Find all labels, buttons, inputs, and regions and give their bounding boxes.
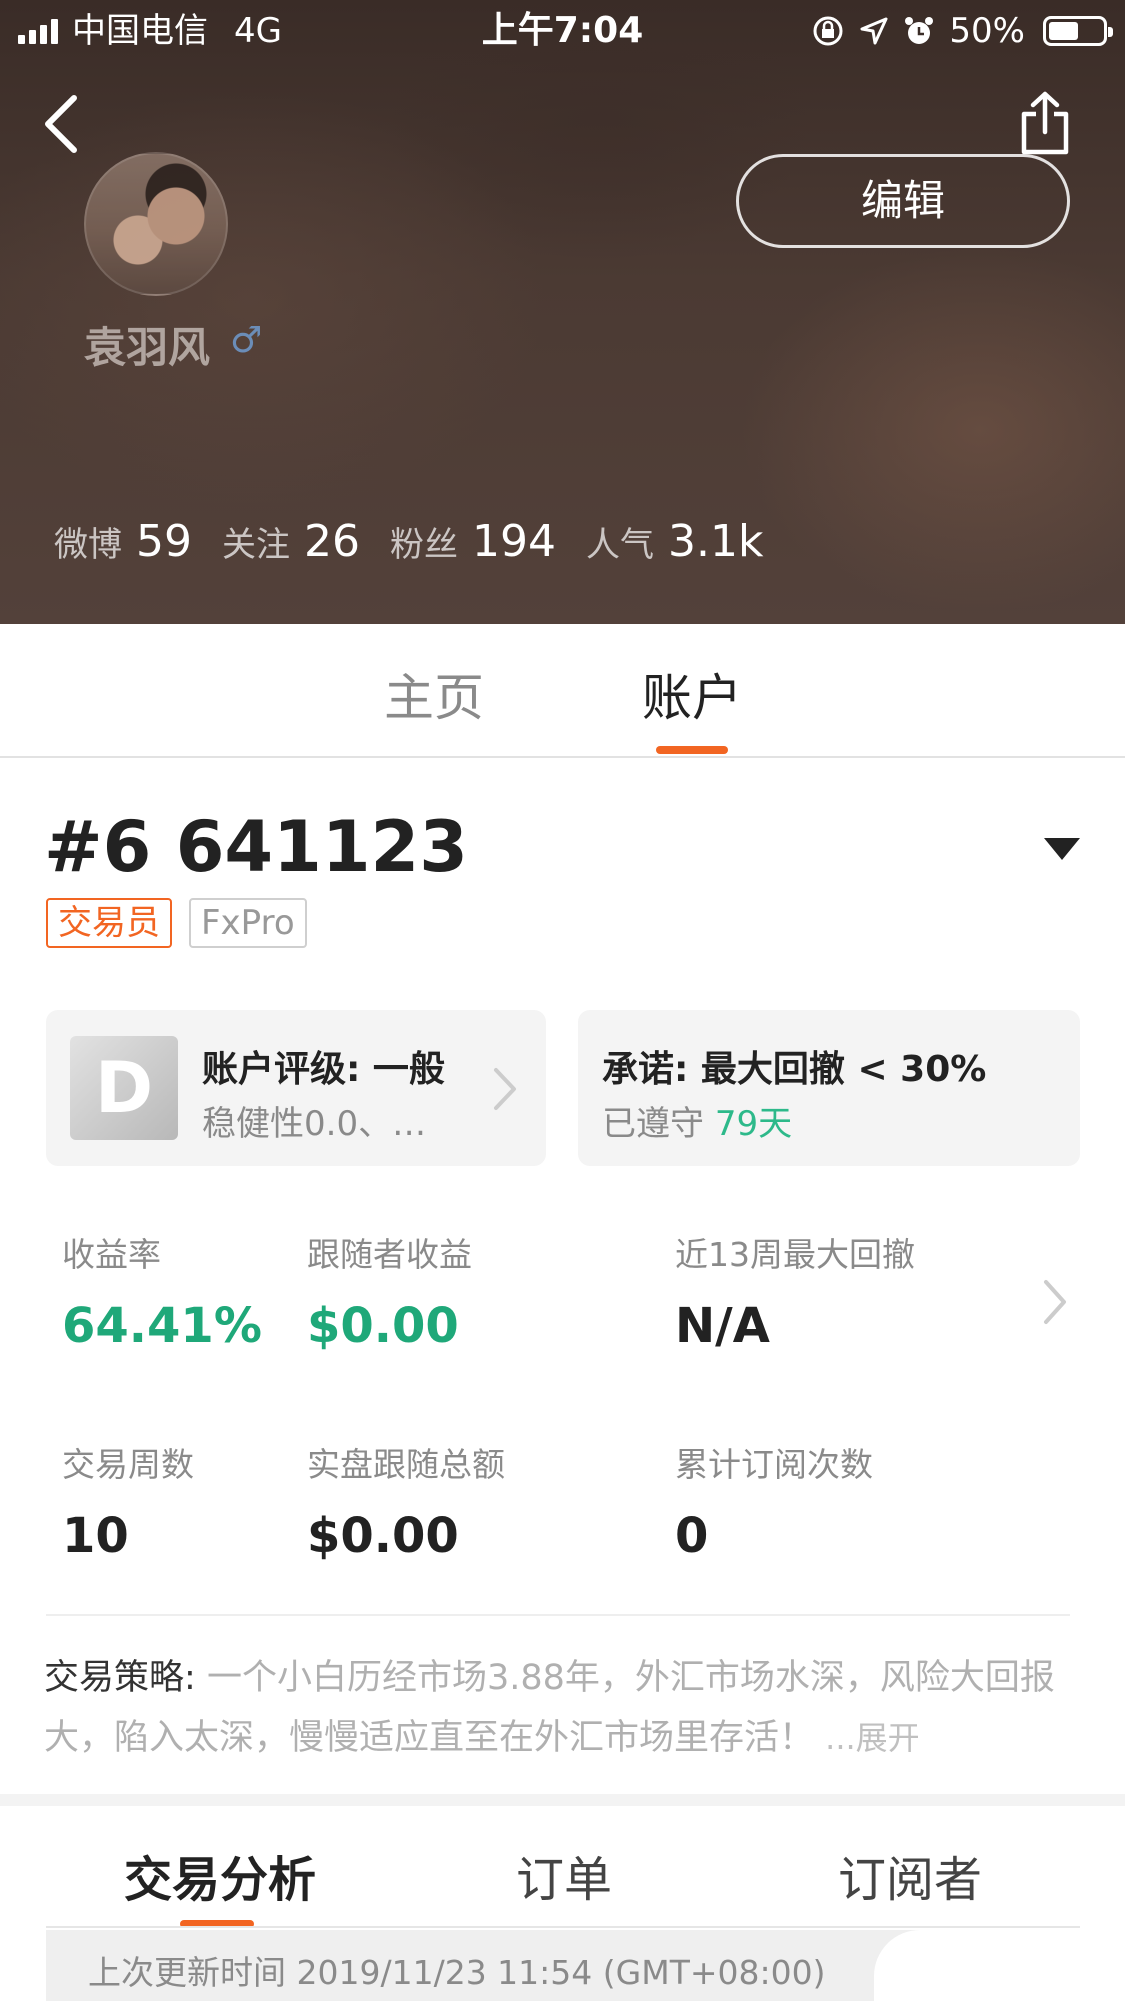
stat-following[interactable]: 关注 26 bbox=[222, 516, 360, 567]
metric-follower-profit-label: 跟随者收益 bbox=[307, 1235, 472, 1274]
chevron-right-icon bbox=[490, 1064, 520, 1126]
stat-label: 关注 bbox=[222, 525, 290, 565]
section-divider bbox=[46, 1614, 1070, 1616]
tab-trade-analysis[interactable]: 交易分析 bbox=[124, 1840, 316, 1910]
profile-header: 中国电信 4G 上午7:04 50% 编辑 袁羽风 ♂ 微博 59 关注 26 … bbox=[0, 0, 1125, 624]
stat-weibo[interactable]: 微博 59 bbox=[54, 516, 192, 567]
last-update-time: 上次更新时间 2019/11/23 11:54 (GMT+08:00) bbox=[88, 1953, 826, 1992]
active-tab-indicator bbox=[656, 746, 728, 754]
floating-pill bbox=[874, 1930, 1114, 2001]
metric-subscriptions-value: 0 bbox=[675, 1508, 709, 1564]
section-gap bbox=[0, 1794, 1125, 1806]
trader-tag: 交易员 bbox=[46, 898, 172, 948]
metric-follow-amount-label: 实盘跟随总额 bbox=[307, 1445, 505, 1484]
promise-kept: 已遵守 79天 bbox=[602, 1096, 792, 1145]
analysis-tabs: 交易分析 订单 订阅者 bbox=[0, 1806, 1125, 1928]
edit-profile-button[interactable]: 编辑 bbox=[736, 154, 1070, 248]
metrics-detail-button[interactable] bbox=[1040, 1276, 1070, 1342]
stat-value: 26 bbox=[304, 516, 360, 567]
metric-follow-amount-value: $0.00 bbox=[307, 1508, 459, 1564]
rotation-lock-icon bbox=[813, 16, 843, 46]
battery-percent: 50% bbox=[949, 11, 1025, 51]
stat-label: 微博 bbox=[54, 525, 122, 565]
metric-subscriptions-label: 累计订阅次数 bbox=[675, 1445, 873, 1484]
profile-stats: 微博 59 关注 26 粉丝 194 人气 3.1k bbox=[54, 516, 793, 567]
chevron-right-icon bbox=[1044, 1280, 1066, 1324]
strategy-label: 交易策略: bbox=[44, 1658, 196, 1698]
battery-icon bbox=[1043, 16, 1113, 46]
tab-home[interactable]: 主页 bbox=[384, 658, 484, 730]
stat-value: 59 bbox=[136, 516, 192, 567]
stat-label: 人气 bbox=[585, 525, 654, 565]
expand-link[interactable]: ...展开 bbox=[825, 1719, 920, 1757]
metric-return-label: 收益率 bbox=[62, 1235, 161, 1274]
stat-value: 3.1k bbox=[667, 516, 764, 567]
back-button[interactable] bbox=[38, 92, 88, 156]
male-gender-icon: ♂ bbox=[230, 320, 263, 361]
status-right: 50% bbox=[811, 10, 1113, 52]
tabs-divider bbox=[46, 1926, 1080, 1928]
avatar[interactable] bbox=[84, 152, 228, 296]
kept-days: 79天 bbox=[714, 1104, 793, 1144]
tab-orders[interactable]: 订单 bbox=[516, 1840, 612, 1910]
rating-title: 账户评级: 一般 bbox=[202, 1049, 445, 1090]
grade-badge: D bbox=[70, 1036, 178, 1140]
alarm-icon bbox=[905, 17, 934, 44]
promise-card: 承诺: 最大回撤 < 30% 已遵守 79天 bbox=[578, 1010, 1080, 1166]
username: 袁羽风 bbox=[84, 323, 211, 372]
rating-subtitle: 稳健性0.0、… bbox=[202, 1104, 427, 1144]
metric-follower-profit-value: $0.00 bbox=[307, 1298, 459, 1354]
account-number: #6 641123 bbox=[44, 806, 468, 888]
location-icon bbox=[860, 17, 888, 45]
metric-return-value: 64.41% bbox=[62, 1298, 262, 1354]
metric-weeks-label: 交易周数 bbox=[62, 1445, 194, 1484]
stat-followers[interactable]: 粉丝 194 bbox=[390, 516, 556, 567]
tab-subscribers[interactable]: 订阅者 bbox=[838, 1840, 982, 1910]
chevron-left-icon bbox=[45, 95, 77, 153]
metric-weeks-value: 10 bbox=[62, 1508, 129, 1564]
trading-strategy: 交易策略: 一个小白历经市场3.88年，外汇市场水深，风险大回报大，陷入太深，慢… bbox=[44, 1648, 1084, 1768]
share-button[interactable] bbox=[1018, 90, 1072, 156]
tab-account[interactable]: 账户 bbox=[642, 658, 742, 730]
kept-prefix: 已遵守 bbox=[602, 1104, 704, 1144]
stat-popularity: 人气 3.1k bbox=[586, 516, 763, 567]
promise-title: 承诺: 最大回撤 < 30% bbox=[602, 1049, 987, 1090]
status-bar: 中国电信 4G 上午7:04 50% bbox=[0, 0, 1125, 62]
broker-tag: FxPro bbox=[189, 898, 307, 948]
stat-value: 194 bbox=[472, 516, 556, 567]
metric-drawdown-value: N/A bbox=[675, 1298, 770, 1354]
share-icon bbox=[1021, 91, 1069, 155]
stat-label: 粉丝 bbox=[390, 525, 458, 565]
dropdown-triangle-icon[interactable] bbox=[1044, 838, 1080, 860]
account-rating-card[interactable]: D 账户评级: 一般 稳健性0.0、… bbox=[46, 1010, 546, 1166]
update-info-bar: 上次更新时间 2019/11/23 11:54 (GMT+08:00) bbox=[46, 1930, 1114, 2001]
metric-drawdown-label: 近13周最大回撤 bbox=[675, 1235, 915, 1274]
profile-tabs: 主页 账户 bbox=[0, 624, 1125, 758]
